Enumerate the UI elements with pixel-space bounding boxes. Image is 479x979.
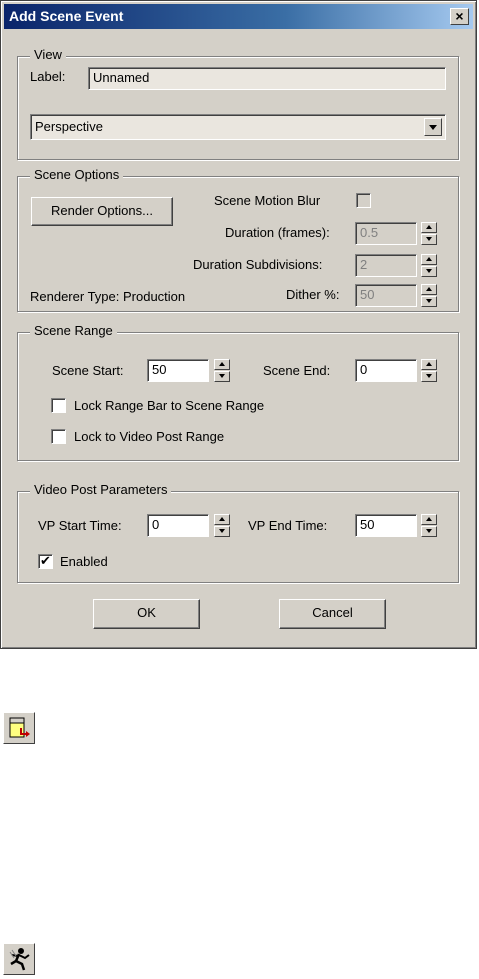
add-scene-event-dialog: Add Scene Event × View Label: Unnamed Pe… [0, 0, 477, 649]
chevron-down-icon[interactable] [424, 118, 442, 136]
dialog-title: Add Scene Event [9, 8, 124, 24]
lock-video-post-label: Lock to Video Post Range [74, 429, 225, 444]
vp-end-label: VP End Time: [248, 518, 328, 533]
duration-subdivisions-label: Duration Subdivisions: [193, 257, 323, 272]
close-button[interactable]: × [450, 8, 469, 25]
scene-end-field[interactable]: 0 [355, 359, 417, 382]
label-input[interactable]: Unnamed [88, 67, 446, 90]
scene-motion-blur-label: Scene Motion Blur [214, 193, 321, 208]
running-figure-icon[interactable] [3, 943, 35, 975]
scene-options-group: Scene Options Render Options... Scene Mo… [17, 167, 459, 312]
renderer-type-label: Renderer Type: Production [30, 289, 186, 304]
scene-motion-blur-checkbox[interactable] [356, 193, 371, 208]
lock-range-bar-label: Lock Range Bar to Scene Range [74, 398, 265, 413]
title-bar[interactable]: Add Scene Event × [4, 4, 473, 29]
viewport-dropdown[interactable]: Perspective [30, 114, 446, 140]
scene-start-field[interactable]: 50 [147, 359, 209, 382]
dither-label: Dither %: [286, 287, 340, 302]
scene-end-label: Scene End: [263, 363, 331, 378]
scene-range-group: Scene Range Scene Start: 50 Scene End: 0… [17, 323, 459, 461]
enabled-checkbox[interactable]: ✔ [38, 554, 53, 569]
dither-field[interactable]: 50 [355, 284, 417, 307]
vp-start-label: VP Start Time: [38, 518, 122, 533]
ok-button[interactable]: OK [93, 599, 200, 629]
vp-end-spinner[interactable] [421, 514, 437, 537]
label-caption: Label: [30, 69, 66, 84]
scene-options-group-title: Scene Options [30, 167, 124, 182]
scene-range-group-title: Scene Range [30, 323, 117, 338]
duration-field[interactable]: 0.5 [355, 222, 417, 245]
vp-end-field[interactable]: 50 [355, 514, 417, 537]
scene-end-spinner[interactable] [421, 359, 437, 382]
view-group: View Label: Unnamed Perspective [17, 47, 459, 160]
render-options-button[interactable]: Render Options... [31, 197, 173, 226]
view-group-title: View [30, 47, 66, 62]
lock-range-bar-checkbox[interactable] [51, 398, 66, 413]
video-post-group-title: Video Post Parameters [30, 482, 172, 497]
cancel-button[interactable]: Cancel [279, 599, 386, 629]
viewport-dropdown-value: Perspective [35, 119, 103, 134]
add-scene-event-icon[interactable] [3, 712, 35, 744]
dither-spinner[interactable] [421, 284, 437, 307]
vp-start-spinner[interactable] [214, 514, 230, 537]
duration-spinner[interactable] [421, 222, 437, 245]
video-post-group: Video Post Parameters VP Start Time: 0 V… [17, 482, 459, 583]
duration-subdivisions-field[interactable]: 2 [355, 254, 417, 277]
scene-start-label: Scene Start: [52, 363, 124, 378]
duration-subdivisions-spinner[interactable] [421, 254, 437, 277]
vp-start-field[interactable]: 0 [147, 514, 209, 537]
duration-label: Duration (frames): [225, 225, 330, 240]
lock-video-post-checkbox[interactable] [51, 429, 66, 444]
scene-start-spinner[interactable] [214, 359, 230, 382]
enabled-label: Enabled [60, 554, 108, 569]
